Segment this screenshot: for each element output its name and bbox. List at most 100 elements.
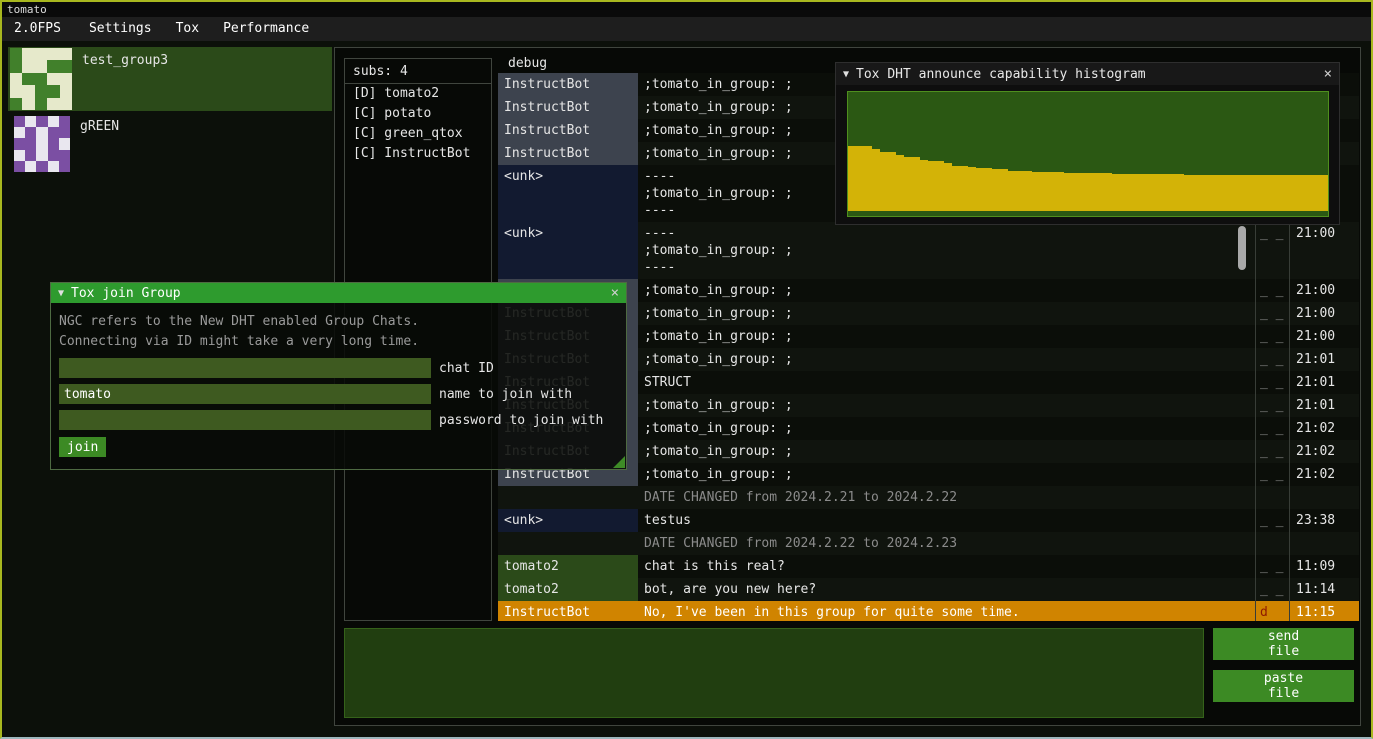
- histogram-bar: [1168, 174, 1176, 211]
- message-input[interactable]: [344, 628, 1204, 718]
- message-row: DATE CHANGED from 2024.2.22 to 2024.2.23: [498, 532, 1359, 555]
- histogram-bar: [896, 155, 904, 211]
- message-sender: InstructBot: [498, 601, 638, 621]
- histogram-bar: [872, 149, 880, 211]
- histogram-bar: [1224, 175, 1232, 211]
- member-item[interactable]: [C] InstructBot: [345, 144, 491, 164]
- join-close-icon[interactable]: ×: [611, 285, 619, 301]
- message-row: <unk>testus_ _23:38: [498, 509, 1359, 532]
- histogram-bar: [1232, 175, 1240, 211]
- message-text: ;tomato_in_group: ;: [638, 348, 1255, 371]
- histogram-window-titlebar[interactable]: ▼ Tox DHT announce capability histogram …: [836, 63, 1339, 85]
- contact-item-test-group3[interactable]: test_group3: [8, 47, 332, 111]
- histogram-bar: [864, 146, 872, 211]
- message-time: [1289, 486, 1359, 509]
- message-status: [1255, 486, 1289, 509]
- message-row: InstructBot;tomato_in_group: ;_ _21:00: [498, 325, 1359, 348]
- message-text: STRUCT: [638, 371, 1255, 394]
- message-status: [1255, 532, 1289, 555]
- message-text: ;tomato_in_group: ;: [638, 302, 1255, 325]
- message-row: InstructBot;tomato_in_group: ;_ _21:01: [498, 394, 1359, 417]
- message-time: 21:01: [1289, 348, 1359, 371]
- histogram-bar: [1160, 174, 1168, 211]
- member-item[interactable]: [D] tomato2: [345, 84, 491, 104]
- collapse-arrow-icon[interactable]: ▼: [843, 69, 849, 80]
- member-item[interactable]: [C] green_qtox: [345, 124, 491, 144]
- message-time: 21:02: [1289, 463, 1359, 486]
- histogram-bar: [1136, 174, 1144, 211]
- histogram-bar: [888, 152, 896, 212]
- histogram-bar: [1072, 173, 1080, 211]
- histogram-bar: [1320, 175, 1328, 211]
- join-field-label: name to join with: [439, 387, 572, 402]
- histogram-bar: [1240, 175, 1248, 211]
- tomato-app: tomato 2.0FPS Settings Tox Performance t…: [0, 0, 1373, 739]
- collapse-arrow-icon[interactable]: ▼: [58, 288, 64, 299]
- join-field-input-2[interactable]: [59, 410, 431, 430]
- join-button[interactable]: join: [59, 437, 106, 457]
- message-sender: [498, 486, 638, 509]
- message-text: DATE CHANGED from 2024.2.21 to 2024.2.22: [638, 486, 1255, 509]
- message-row: InstructBot;tomato_in_group: ;_ _21:02: [498, 440, 1359, 463]
- contact-item-green[interactable]: gREEN: [8, 113, 332, 175]
- menu-item-settings[interactable]: Settings: [77, 17, 164, 41]
- member-item[interactable]: [C] potato: [345, 104, 491, 124]
- join-field-label: chat ID: [439, 361, 494, 376]
- message-status: _ _: [1255, 371, 1289, 394]
- debug-header[interactable]: debug: [500, 56, 547, 72]
- message-row: InstructBotSTRUCT_ _21:01: [498, 371, 1359, 394]
- paste-file-button[interactable]: paste file: [1213, 670, 1354, 702]
- message-sender: InstructBot: [498, 73, 638, 96]
- histogram-bar: [1104, 173, 1112, 211]
- window-title-bar[interactable]: tomato: [2, 2, 1371, 17]
- histogram-bar: [1304, 175, 1312, 211]
- message-text: ;tomato_in_group: ;: [638, 325, 1255, 348]
- join-window-titlebar[interactable]: ▼ Tox join Group ×: [51, 283, 626, 303]
- menu-item-tox[interactable]: Tox: [164, 17, 211, 41]
- message-text: ;tomato_in_group: ;: [638, 279, 1255, 302]
- subs-count-label: subs: 4: [345, 59, 491, 84]
- send-file-button[interactable]: send file: [1213, 628, 1354, 660]
- message-time: 21:00: [1289, 222, 1359, 279]
- histogram-bar: [904, 157, 912, 211]
- member-list: [D] tomato2[C] potato[C] green_qtox[C] I…: [345, 84, 491, 164]
- menu-item-performance[interactable]: Performance: [211, 17, 321, 41]
- window-title: tomato: [7, 3, 47, 16]
- message-sender: <unk>: [498, 222, 638, 279]
- join-field-input-1[interactable]: [59, 384, 431, 404]
- message-status: _ _: [1255, 440, 1289, 463]
- histogram-bar: [1040, 172, 1048, 211]
- message-sender: tomato2: [498, 555, 638, 578]
- histogram-bar: [1048, 172, 1056, 211]
- histogram-bar: [880, 152, 888, 212]
- resize-grip-icon[interactable]: [613, 456, 625, 468]
- message-status: _ _: [1255, 463, 1289, 486]
- histogram-bar: [1144, 174, 1152, 211]
- message-text: ---- ;tomato_in_group: ; ----: [638, 222, 1255, 279]
- join-field-input-0[interactable]: [59, 358, 431, 378]
- chat-scrollbar-thumb[interactable]: [1238, 226, 1246, 270]
- join-group-window[interactable]: ▼ Tox join Group × NGC refers to the New…: [50, 282, 627, 470]
- histogram-bar: [1112, 174, 1120, 211]
- histogram-bar: [1200, 175, 1208, 211]
- message-status: _ _: [1255, 555, 1289, 578]
- message-status: _ _: [1255, 348, 1289, 371]
- contact-name: gREEN: [70, 113, 119, 175]
- histogram-bar: [1256, 175, 1264, 211]
- join-field-row: chat ID: [59, 358, 618, 378]
- message-row: InstructBotNo, I've been in this group f…: [498, 601, 1359, 621]
- message-status: _ _: [1255, 417, 1289, 440]
- contact-name: test_group3: [72, 47, 168, 111]
- message-time: 21:00: [1289, 279, 1359, 302]
- histogram-bar: [1024, 171, 1032, 211]
- histogram-close-icon[interactable]: ×: [1324, 66, 1332, 82]
- message-row: InstructBot;tomato_in_group: ;_ _21:00: [498, 279, 1359, 302]
- menu-bar: 2.0FPS Settings Tox Performance: [2, 17, 1371, 41]
- message-time: 21:02: [1289, 417, 1359, 440]
- histogram-window[interactable]: ▼ Tox DHT announce capability histogram …: [835, 62, 1340, 225]
- message-text: ;tomato_in_group: ;: [638, 394, 1255, 417]
- join-window-title: Tox join Group: [71, 286, 181, 301]
- message-status: _ _: [1255, 394, 1289, 417]
- join-info-line: Connecting via ID might take a very long…: [59, 332, 618, 352]
- histogram-bar: [1296, 175, 1304, 211]
